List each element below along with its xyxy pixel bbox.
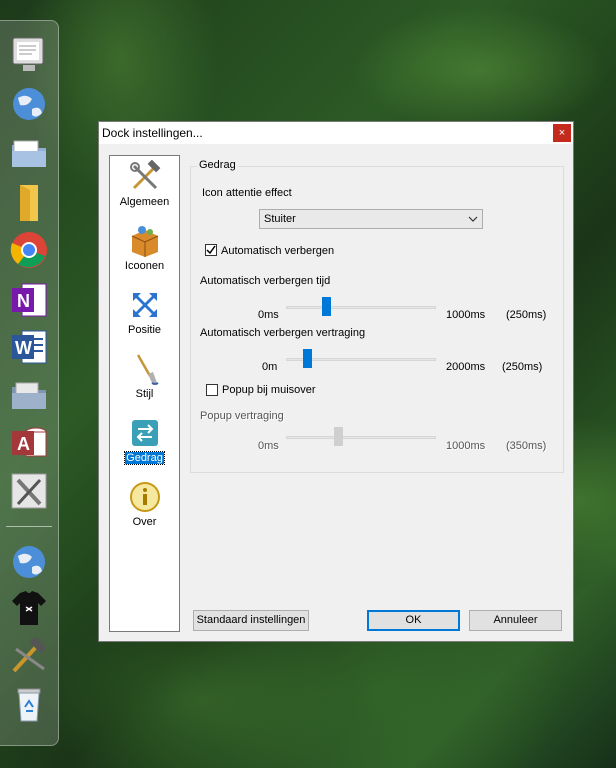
tshirt-icon[interactable] xyxy=(8,587,50,629)
popup-hover-label: Popup bij muisover xyxy=(222,384,316,396)
cancel-button[interactable]: Annuleer xyxy=(469,610,562,631)
desktop-dock: N W A xyxy=(0,20,59,746)
autohide-checkbox[interactable] xyxy=(205,244,217,256)
nav-label-algemeen: Algemeen xyxy=(119,196,170,208)
dock-separator xyxy=(6,526,52,527)
recycle-bin-icon[interactable] xyxy=(8,683,50,725)
globe-icon[interactable] xyxy=(8,83,50,125)
folder-icon[interactable] xyxy=(8,375,50,417)
hide-time-slider[interactable] xyxy=(322,297,331,316)
nav-item-positie[interactable]: Positie xyxy=(110,288,179,344)
dock-settings-dialog: Dock instellingen... × Algemeen Icoonen … xyxy=(98,121,574,642)
nav-item-gedrag[interactable]: Gedrag xyxy=(110,416,179,472)
hide-delay-min: 0m xyxy=(262,361,278,373)
box-icon xyxy=(131,226,158,257)
hammer-icon[interactable] xyxy=(8,635,50,677)
title-bar: Dock instellingen... × xyxy=(99,122,573,144)
popup-delay-slider xyxy=(334,427,343,446)
folder-icon[interactable] xyxy=(8,133,50,175)
onenote-icon[interactable]: N xyxy=(8,279,50,321)
popup-delay-min: 0ms xyxy=(258,440,279,452)
hide-time-track xyxy=(286,306,436,309)
ok-button[interactable]: OK xyxy=(367,610,460,631)
attention-effect-value: Stuiter xyxy=(264,213,296,225)
nav-label-gedrag: Gedrag xyxy=(124,451,165,465)
nav-item-over[interactable]: Over xyxy=(110,480,179,536)
popup-delay-track xyxy=(286,436,436,439)
attention-effect-select[interactable]: Stuiter xyxy=(259,209,483,229)
settings-nav: Algemeen Icoonen Positie Stijl Gedrag Ov… xyxy=(109,155,180,632)
hide-time-current: (250ms) xyxy=(506,309,547,321)
hide-delay-max: 2000ms xyxy=(446,361,486,373)
nav-item-icoonen[interactable]: Icoonen xyxy=(110,224,179,280)
file-icon[interactable] xyxy=(8,182,50,224)
popup-delay-current: (350ms) xyxy=(506,440,547,452)
hide-delay-slider[interactable] xyxy=(303,349,312,368)
defaults-button[interactable]: Standaard instellingen xyxy=(193,610,309,631)
nav-item-stijl[interactable]: Stijl xyxy=(110,352,179,408)
computer-icon[interactable] xyxy=(8,34,50,76)
svg-text:A: A xyxy=(17,434,30,454)
hide-delay-current: (250ms) xyxy=(502,361,543,373)
nav-label-positie: Positie xyxy=(127,324,162,336)
hide-time-min: 0ms xyxy=(258,309,279,321)
autohide-label: Automatisch verbergen xyxy=(221,245,335,257)
move-arrows-icon xyxy=(132,293,157,317)
group-title: Gedrag xyxy=(197,159,238,171)
svg-text:N: N xyxy=(17,291,30,311)
chrome-icon[interactable] xyxy=(8,229,50,271)
tools-icon xyxy=(129,160,160,190)
svg-text:W: W xyxy=(15,338,32,358)
popup-hover-checkbox[interactable] xyxy=(206,384,218,396)
popup-delay-label: Popup vertraging xyxy=(200,410,284,422)
chevron-down-icon xyxy=(468,216,478,222)
hide-delay-label: Automatisch verbergen vertraging xyxy=(200,327,366,339)
nav-label-icoonen: Icoonen xyxy=(124,260,165,272)
nav-item-algemeen[interactable]: Algemeen xyxy=(110,160,179,216)
word-icon[interactable]: W xyxy=(8,326,50,368)
dialog-title: Dock instellingen... xyxy=(102,126,203,140)
hide-time-max: 1000ms xyxy=(446,309,486,321)
popup-delay-max: 1000ms xyxy=(446,440,486,452)
tools-icon[interactable] xyxy=(8,470,50,512)
access-icon[interactable]: A xyxy=(8,422,50,464)
globe-icon[interactable] xyxy=(8,541,50,583)
checkmark-icon xyxy=(206,245,216,255)
hide-time-label: Automatisch verbergen tijd xyxy=(200,275,331,287)
swap-arrows-icon xyxy=(131,420,158,446)
nav-label-over: Over xyxy=(132,516,157,528)
brush-icon xyxy=(136,354,159,385)
attention-effect-label: Icon attentie effect xyxy=(202,187,292,199)
nav-label-stijl: Stijl xyxy=(135,388,154,400)
info-icon xyxy=(129,482,160,512)
close-button[interactable]: × xyxy=(553,124,571,142)
